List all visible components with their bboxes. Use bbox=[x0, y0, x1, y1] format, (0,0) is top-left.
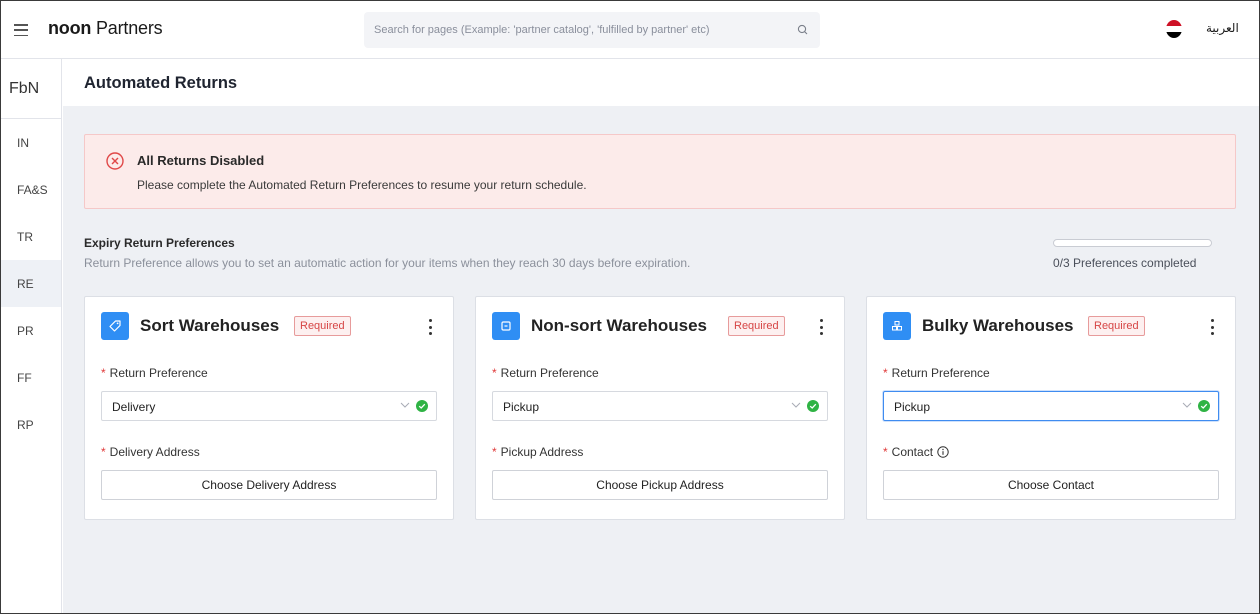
close-circle-icon bbox=[106, 152, 124, 170]
logo-suffix: Partners bbox=[91, 18, 163, 38]
search-bar[interactable] bbox=[364, 12, 820, 48]
sidebar-item-re[interactable]: RE bbox=[1, 260, 61, 307]
sidebar-item-label: IN bbox=[17, 135, 29, 150]
sidebar-item-label: RE bbox=[17, 276, 34, 291]
return-preference-select[interactable]: Pickup bbox=[492, 391, 828, 421]
sidebar-item-label: FA&S bbox=[17, 182, 48, 197]
field-label-text: Return Preference bbox=[109, 366, 208, 380]
section-title: Expiry Return Preferences bbox=[84, 236, 235, 250]
sidebar-item-in[interactable]: IN bbox=[1, 119, 61, 166]
return-preference-label: * Return Preference bbox=[492, 366, 599, 380]
progress-text: 0/3 Preferences completed bbox=[1053, 256, 1197, 270]
select-value: Pickup bbox=[894, 400, 931, 414]
check-circle-icon bbox=[416, 400, 428, 412]
box-icon bbox=[492, 312, 520, 340]
chevron-down-icon bbox=[791, 402, 801, 408]
sidebar-item-label: PR bbox=[17, 323, 34, 338]
app-window: noon Partners العربية FbN IN FA&S TR RE … bbox=[0, 0, 1260, 614]
return-preference-select[interactable]: Pickup bbox=[883, 391, 1219, 421]
chevron-down-icon bbox=[400, 402, 410, 408]
sidebar-item-tr[interactable]: TR bbox=[1, 213, 61, 260]
sidebar-item-ff[interactable]: FF bbox=[1, 354, 61, 401]
card-sort-warehouses: Sort Warehouses Required * Return Prefere… bbox=[84, 296, 454, 520]
return-preference-label: * Return Preference bbox=[883, 366, 990, 380]
required-badge: Required bbox=[1088, 316, 1145, 336]
sidebar-title: FbN bbox=[1, 59, 61, 119]
choose-pickup-address-button[interactable]: Choose Pickup Address bbox=[492, 470, 828, 500]
logo[interactable]: noon Partners bbox=[48, 18, 163, 39]
top-bar: noon Partners العربية bbox=[1, 1, 1259, 59]
more-options-icon[interactable] bbox=[1209, 319, 1215, 335]
search-icon[interactable] bbox=[796, 23, 810, 37]
choose-contact-button[interactable]: Choose Contact bbox=[883, 470, 1219, 500]
sidebar-item-pr[interactable]: PR bbox=[1, 307, 61, 354]
boxes-icon bbox=[883, 312, 911, 340]
pickup-address-label: * Pickup Address bbox=[492, 445, 584, 459]
required-badge: Required bbox=[728, 316, 785, 336]
contact-label: * Contact bbox=[883, 445, 949, 459]
search-input[interactable] bbox=[374, 24, 796, 36]
section-subtitle: Return Preference allows you to set an a… bbox=[84, 256, 691, 270]
logo-brand: noon bbox=[48, 18, 92, 38]
card-bulky-warehouses: Bulky Warehouses Required * Return Prefer… bbox=[866, 296, 1236, 520]
field-label-text: Contact bbox=[891, 445, 934, 459]
delivery-address-label: * Delivery Address bbox=[101, 445, 200, 459]
field-label-text: Return Preference bbox=[500, 366, 599, 380]
chevron-down-icon bbox=[1182, 402, 1192, 408]
more-options-icon[interactable] bbox=[427, 319, 433, 335]
sidebar: FbN IN FA&S TR RE PR FF RP bbox=[1, 59, 62, 613]
sidebar-item-rp[interactable]: RP bbox=[1, 401, 61, 448]
card-non-sort-warehouses: Non-sort Warehouses Required * Return Pre… bbox=[475, 296, 845, 520]
info-icon[interactable] bbox=[937, 446, 949, 458]
check-circle-icon bbox=[807, 400, 819, 412]
select-value: Pickup bbox=[503, 400, 540, 414]
alert-message: Please complete the Automated Return Pre… bbox=[137, 178, 587, 192]
card-title: Bulky Warehouses bbox=[922, 316, 1074, 335]
check-circle-icon bbox=[1198, 400, 1210, 412]
tag-icon bbox=[101, 312, 129, 340]
field-label-text: Return Preference bbox=[891, 366, 990, 380]
sidebar-item-label: FF bbox=[17, 370, 32, 385]
card-title: Non-sort Warehouses bbox=[531, 316, 708, 335]
return-preference-label: * Return Preference bbox=[101, 366, 208, 380]
field-label-text: Pickup Address bbox=[500, 445, 584, 459]
main-content: All Returns Disabled Please complete the… bbox=[63, 106, 1259, 613]
sidebar-item-fas[interactable]: FA&S bbox=[1, 166, 61, 213]
required-badge: Required bbox=[294, 316, 351, 336]
language-switch[interactable]: العربية bbox=[1206, 21, 1239, 35]
sidebar-item-label: RP bbox=[17, 417, 34, 432]
more-options-icon[interactable] bbox=[818, 319, 824, 335]
hamburger-menu-icon[interactable] bbox=[14, 21, 28, 39]
page-header: Automated Returns bbox=[63, 59, 1259, 106]
return-preference-select[interactable]: Delivery bbox=[101, 391, 437, 421]
progress-bar bbox=[1053, 239, 1212, 247]
choose-delivery-address-button[interactable]: Choose Delivery Address bbox=[101, 470, 437, 500]
page-title: Automated Returns bbox=[84, 74, 238, 92]
sidebar-item-label: TR bbox=[17, 229, 33, 244]
field-label-text: Delivery Address bbox=[109, 445, 200, 459]
error-alert: All Returns Disabled Please complete the… bbox=[84, 134, 1236, 209]
egypt-flag-icon[interactable] bbox=[1166, 20, 1182, 38]
select-value: Delivery bbox=[112, 400, 156, 414]
card-title: Sort Warehouses bbox=[140, 316, 280, 335]
alert-title: All Returns Disabled bbox=[137, 153, 265, 168]
